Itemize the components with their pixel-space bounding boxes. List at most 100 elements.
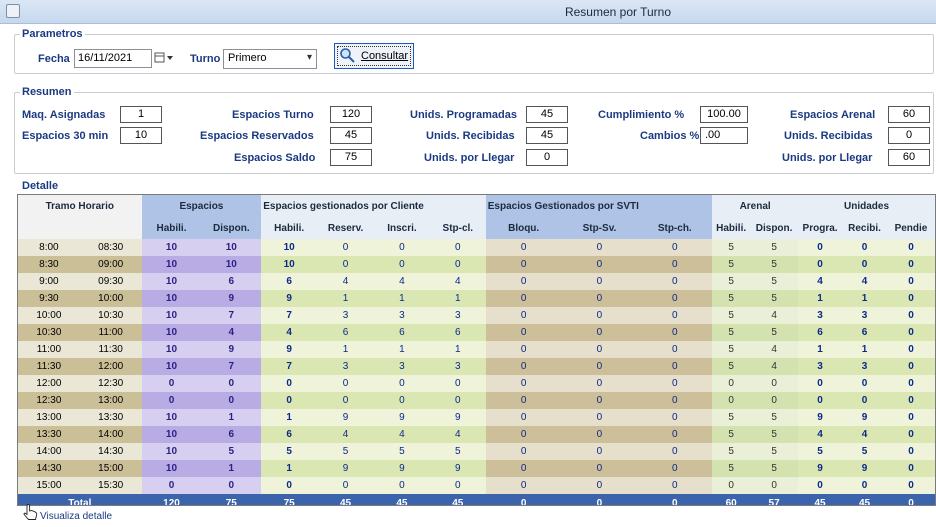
table-cell: 09:30 xyxy=(79,273,142,290)
table-cell: 0 xyxy=(637,307,713,324)
table-cell: 9 xyxy=(374,409,430,426)
table-cell: 0 xyxy=(485,239,562,256)
table-cell: 5 xyxy=(261,443,318,460)
table-cell: 6 xyxy=(201,426,262,443)
turno-select[interactable]: Primero ▾ xyxy=(223,49,317,69)
table-cell: 0 xyxy=(637,375,713,392)
table-cell: 1 xyxy=(798,341,843,358)
column-header[interactable]: Habili. xyxy=(712,217,751,239)
total-cell: 45 xyxy=(798,494,843,505)
table-row[interactable]: 12:30 13:00 0 0 0 0 0 0 0 0 0 0 0 0 0 0 xyxy=(18,392,935,409)
table-cell: 15:30 xyxy=(79,477,142,494)
table-cell: 0 xyxy=(886,392,935,409)
column-header[interactable]: Stp-ch. xyxy=(637,217,713,239)
table-cell: 4 xyxy=(201,324,262,341)
table-row[interactable]: 11:30 12:00 10 7 7 3 3 3 0 0 0 5 4 3 3 0 xyxy=(18,358,935,375)
column-header[interactable]: Reserv. xyxy=(317,217,374,239)
table-cell: 08:30 xyxy=(79,239,142,256)
table-cell: 14:30 xyxy=(79,443,142,460)
table-row[interactable]: 13:00 13:30 10 1 1 9 9 9 0 0 0 5 5 9 9 0 xyxy=(18,409,935,426)
calendar-dropdown-icon[interactable] xyxy=(154,49,178,68)
total-cell: 45 xyxy=(842,494,887,505)
consultar-button[interactable]: Consultar xyxy=(334,43,414,69)
table-cell: 9 xyxy=(429,409,486,426)
table-row[interactable]: 10:30 11:00 10 4 4 6 6 6 0 0 0 5 5 6 6 0 xyxy=(18,324,935,341)
table-cell: 0 xyxy=(317,375,374,392)
column-header[interactable]: Progra. xyxy=(798,217,843,239)
table-cell: 0 xyxy=(317,477,374,494)
column-header[interactable]: Dispon. xyxy=(201,217,262,239)
table-cell: 5 xyxy=(712,256,751,273)
table-cell: 0 xyxy=(485,460,562,477)
column-header[interactable]: Pendie xyxy=(886,217,935,239)
table-cell: 0 xyxy=(561,273,638,290)
total-cell: 75 xyxy=(201,494,262,505)
table-cell: 0 xyxy=(637,409,713,426)
header-unidades[interactable]: Unidades xyxy=(798,195,935,217)
table-cell: 0 xyxy=(798,392,843,409)
table-cell: 0 xyxy=(842,392,887,409)
table-cell: 6 xyxy=(261,273,318,290)
header-espacios[interactable]: Espacios xyxy=(141,195,262,217)
total-cell: 45 xyxy=(374,494,430,505)
table-row[interactable]: 12:00 12:30 0 0 0 0 0 0 0 0 0 0 0 0 0 0 xyxy=(18,375,935,392)
table-row[interactable]: 9:00 09:30 10 6 6 4 4 4 0 0 0 5 5 4 4 0 xyxy=(18,273,935,290)
table-cell: 14:30 xyxy=(18,460,80,477)
table-cell: 0 xyxy=(842,375,887,392)
column-header[interactable]: Recibi. xyxy=(842,217,887,239)
table-cell: 0 xyxy=(374,239,430,256)
table-cell: 0 xyxy=(317,392,374,409)
table-row[interactable]: 8:30 09:00 10 10 10 0 0 0 0 0 0 5 5 0 0 0 xyxy=(18,256,935,273)
table-cell: 15:00 xyxy=(79,460,142,477)
header-tramo-horario[interactable]: Tramo Horario xyxy=(18,195,142,217)
column-header[interactable]: Dispon. xyxy=(750,217,799,239)
table-cell: 13:30 xyxy=(18,426,80,443)
table-cell: 0 xyxy=(886,256,935,273)
table-row[interactable]: 14:30 15:00 10 1 1 9 9 9 0 0 0 5 5 9 9 0 xyxy=(18,460,935,477)
column-header[interactable]: Habili. xyxy=(141,217,202,239)
espacios-saldo-label: Espacios Saldo xyxy=(234,152,316,164)
table-cell: 0 xyxy=(637,273,713,290)
table-cell: 0 xyxy=(429,477,486,494)
table-cell: 14:00 xyxy=(18,443,80,460)
table-cell: 4 xyxy=(261,324,318,341)
table-cell: 9 xyxy=(317,409,374,426)
table-row[interactable]: 13:30 14:00 10 6 6 4 4 4 0 0 0 5 5 4 4 0 xyxy=(18,426,935,443)
table-row[interactable]: 11:00 11:30 10 9 9 1 1 1 0 0 0 5 4 1 1 0 xyxy=(18,341,935,358)
column-header[interactable]: Stp-Sv. xyxy=(561,217,638,239)
turno-label: Turno xyxy=(190,53,221,65)
detalle-grid[interactable]: Tramo Horario Espacios Espacios gestiona… xyxy=(17,194,936,506)
espacios-reservados-label: Espacios Reservados xyxy=(200,130,314,142)
table-row[interactable]: 10:00 10:30 10 7 7 3 3 3 0 0 0 5 4 3 3 0 xyxy=(18,307,935,324)
header-espacios-svti[interactable]: Espacios Gestionados por SVTI xyxy=(485,195,713,217)
fecha-field[interactable]: 16/11/2021 xyxy=(74,49,152,68)
table-cell: 5 xyxy=(712,443,751,460)
table-cell: 0 xyxy=(886,460,935,477)
table-row[interactable]: 15:00 15:30 0 0 0 0 0 0 0 0 0 0 0 0 0 0 xyxy=(18,477,935,494)
cumplimiento-label: Cumplimiento % xyxy=(598,109,685,121)
column-header[interactable]: Stp-cl. xyxy=(429,217,486,239)
table-cell: 5 xyxy=(750,290,799,307)
column-header[interactable]: Habili. xyxy=(261,217,318,239)
table-cell: 8:00 xyxy=(18,239,80,256)
column-header[interactable]: Inscri. xyxy=(374,217,430,239)
table-cell: 9 xyxy=(842,409,887,426)
table-cell: 10 xyxy=(141,256,202,273)
table-row[interactable]: 9:30 10:00 10 9 9 1 1 1 0 0 0 5 5 1 1 0 xyxy=(18,290,935,307)
espacios-arenal-label: Espacios Arenal xyxy=(790,109,876,121)
table-cell: 4 xyxy=(750,341,799,358)
table-cell: 3 xyxy=(317,358,374,375)
header-arenal[interactable]: Arenal xyxy=(712,195,799,217)
table-cell: 4 xyxy=(750,307,799,324)
table-cell: 9 xyxy=(798,409,843,426)
table-cell: 4 xyxy=(429,426,486,443)
table-cell: 15:00 xyxy=(18,477,80,494)
column-header[interactable]: Bloqu. xyxy=(485,217,562,239)
table-cell: 0 xyxy=(485,392,562,409)
table-cell: 0 xyxy=(712,477,751,494)
table-row[interactable]: 8:00 08:30 10 10 10 0 0 0 0 0 0 5 5 0 0 0 xyxy=(18,239,935,256)
table-row[interactable]: 14:00 14:30 10 5 5 5 5 5 0 0 0 5 5 5 5 0 xyxy=(18,443,935,460)
header-espacios-cliente[interactable]: Espacios gestionados por Cliente xyxy=(261,195,486,217)
table-cell: 6 xyxy=(317,324,374,341)
table-cell: 10 xyxy=(141,239,202,256)
